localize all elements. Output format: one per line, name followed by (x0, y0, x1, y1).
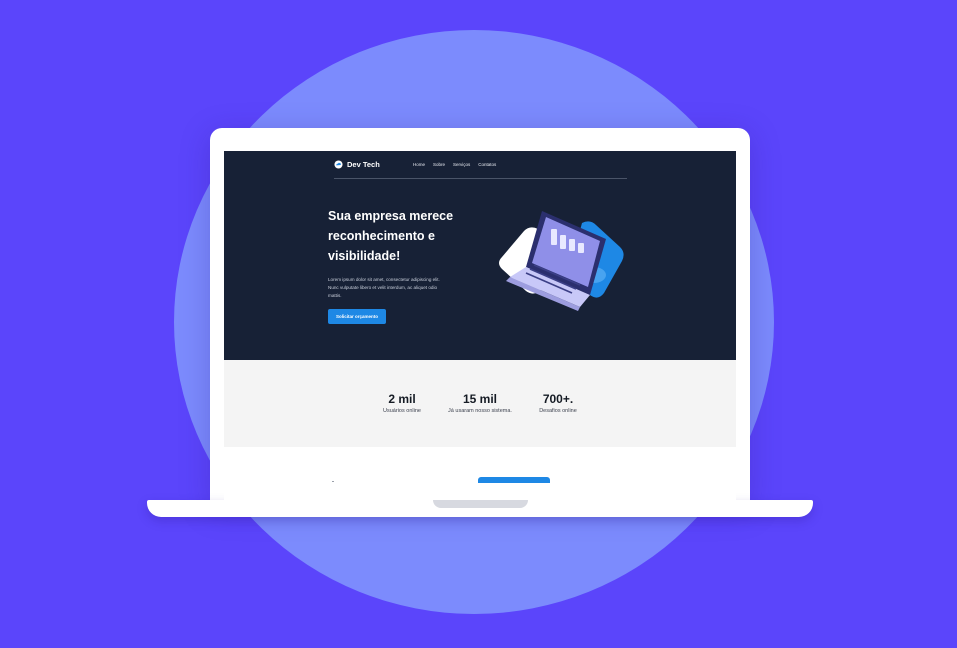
brand-name: Dev Tech (347, 160, 380, 169)
stat-challenges-online: 700+. Desafios online (508, 392, 608, 414)
stat-value: 700+. (542, 392, 574, 406)
cloud-logo-icon (334, 160, 343, 169)
stats-section: 2 mil Usuários online 15 mil Já usaram n… (224, 360, 736, 447)
laptop-screen: Dev Tech Home Sobre Serviços Contatos Su… (224, 151, 736, 500)
section-accent-tab (478, 477, 550, 483)
brand-logo[interactable]: Dev Tech (334, 160, 380, 169)
isometric-laptop-chart-illustration (499, 211, 624, 311)
stat-label: Desafios online (539, 408, 577, 414)
nav-item-servicos[interactable]: Serviços (453, 162, 470, 167)
nav-item-sobre[interactable]: Sobre (433, 162, 445, 167)
laptop-notch (433, 500, 528, 508)
hero-description: Lorem ipsum dolor sit amet, consectetur … (328, 277, 440, 298)
main-nav: Home Sobre Serviços Contatos (413, 162, 496, 167)
nav-item-contatos[interactable]: Contatos (478, 162, 496, 167)
request-quote-button[interactable]: Solicitar orçamento (328, 309, 386, 324)
section-marker (332, 481, 334, 482)
hero-title: Sua empresa merece reconhecimento e visi… (328, 209, 454, 263)
nav-divider (334, 178, 627, 179)
hero-section: Dev Tech Home Sobre Serviços Contatos Su… (224, 151, 736, 360)
nav-item-home[interactable]: Home (413, 162, 425, 167)
next-section (224, 447, 736, 500)
